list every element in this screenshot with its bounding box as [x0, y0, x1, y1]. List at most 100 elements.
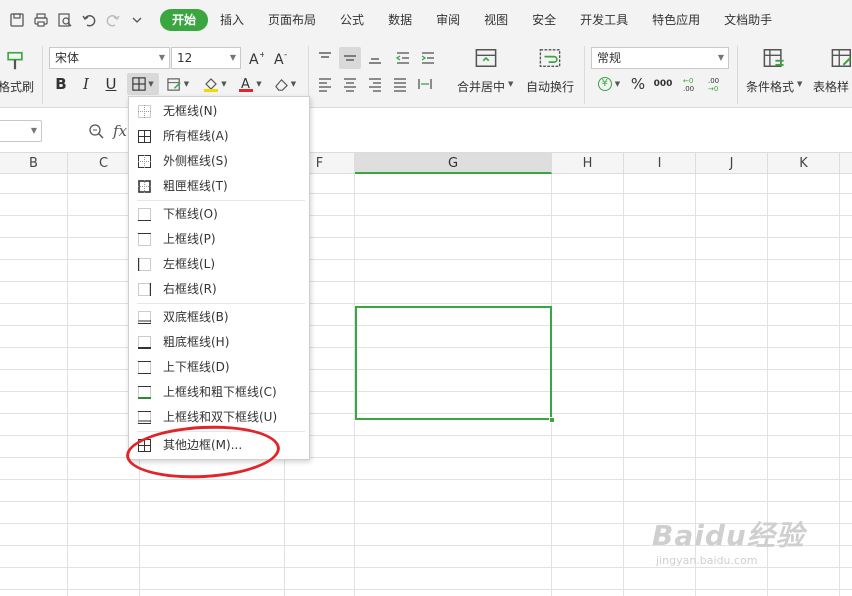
- tab-security[interactable]: 安全: [520, 9, 568, 31]
- undo-icon[interactable]: [80, 11, 98, 29]
- column-header-g[interactable]: G: [355, 153, 552, 174]
- decrease-decimal-icon[interactable]: .00 →0: [704, 73, 726, 95]
- tab-developer[interactable]: 开发工具: [568, 9, 640, 31]
- thousands-separator-button[interactable]: 000: [652, 73, 674, 95]
- percent-format-button[interactable]: %: [627, 73, 649, 95]
- fill-handle[interactable]: [549, 417, 555, 423]
- currency-icon: ¥: [597, 77, 612, 91]
- decrease-font-size-icon[interactable]: A-: [270, 47, 292, 69]
- align-right-icon[interactable]: [364, 73, 386, 95]
- align-top-icon[interactable]: [314, 47, 336, 69]
- font-name-select[interactable]: 宋体 ▼: [49, 47, 170, 69]
- menu-item-top-thick-bottom-border[interactable]: 上框线和粗下框线(C): [129, 380, 309, 405]
- top-thick-bottom-border-icon: [138, 386, 151, 399]
- tab-insert[interactable]: 插入: [208, 9, 256, 31]
- fill-color-button[interactable]: ▼: [199, 73, 231, 95]
- format-painter-icon[interactable]: [2, 48, 28, 74]
- merge-center-icon[interactable]: [472, 45, 500, 71]
- eraser-icon: [274, 78, 288, 91]
- bold-button[interactable]: B: [50, 73, 72, 95]
- font-color-icon: A: [239, 77, 254, 92]
- tab-view[interactable]: 视图: [472, 9, 520, 31]
- menu-item-bottom-double-border[interactable]: 双底框线(B): [129, 305, 309, 330]
- decrease-indent-icon[interactable]: [392, 47, 414, 69]
- chevron-down-icon: ▼: [614, 80, 621, 88]
- italic-button[interactable]: I: [75, 73, 97, 95]
- menu-item-top-border[interactable]: 上框线(P): [129, 227, 309, 252]
- increase-indent-icon[interactable]: [417, 47, 439, 69]
- font-size-select[interactable]: 12 ▼: [171, 47, 241, 69]
- divider: [737, 46, 738, 104]
- column-header-k[interactable]: K: [768, 153, 840, 174]
- tab-data[interactable]: 数据: [376, 9, 424, 31]
- tab-formulas[interactable]: 公式: [328, 9, 376, 31]
- tab-doc-assistant[interactable]: 文档助手: [712, 9, 784, 31]
- top-border-icon: [138, 233, 151, 246]
- grid-line-horizontal: [0, 479, 852, 480]
- column-header-j[interactable]: J: [696, 153, 768, 174]
- menu-item-bottom-border[interactable]: 下框线(O): [129, 202, 309, 227]
- font-size-value: 12: [177, 51, 193, 65]
- number-format-value: 常规: [597, 51, 622, 65]
- quick-access-toolbar: [0, 11, 146, 29]
- menu-item-top-bottom-border[interactable]: 上下框线(D): [129, 355, 309, 380]
- menu-item-right-border[interactable]: 右框线(R): [129, 277, 309, 302]
- tab-review[interactable]: 审阅: [424, 9, 472, 31]
- selected-range[interactable]: [355, 306, 552, 420]
- column-header-i[interactable]: I: [624, 153, 696, 174]
- distributed-align-icon[interactable]: [414, 73, 436, 95]
- align-bottom-icon[interactable]: [364, 47, 386, 69]
- print-preview-icon[interactable]: [56, 11, 74, 29]
- chevron-down-icon: ▼: [221, 80, 227, 88]
- svg-text:A: A: [274, 52, 284, 66]
- thick-bottom-border-icon: [138, 336, 151, 349]
- menu-item-label: 无框线(N): [163, 104, 218, 118]
- wrap-text-icon[interactable]: [536, 45, 564, 71]
- divider: [42, 46, 43, 104]
- increase-decimal-icon[interactable]: ←0.00: [679, 73, 701, 95]
- clear-format-button[interactable]: ▼: [270, 73, 300, 95]
- table-style-icon[interactable]: [828, 45, 852, 71]
- wrap-text-label[interactable]: 自动换行: [526, 78, 574, 95]
- chevron-down-icon[interactable]: ▼: [508, 80, 513, 88]
- justify-icon[interactable]: [389, 73, 411, 95]
- align-left-icon[interactable]: [314, 73, 336, 95]
- underline-button[interactable]: U: [100, 73, 122, 95]
- menu-item-all-borders[interactable]: 所有框线(A): [129, 124, 309, 149]
- chevron-down-icon[interactable]: ▼: [797, 80, 802, 88]
- menu-item-left-border[interactable]: 左框线(L): [129, 252, 309, 277]
- tab-page-layout[interactable]: 页面布局: [256, 9, 328, 31]
- menu-item-thick-bottom-border[interactable]: 粗底框线(H): [129, 330, 309, 355]
- border-dropdown-button[interactable]: ▼: [127, 73, 159, 95]
- divider: [584, 46, 585, 104]
- merge-center-label[interactable]: 合并居中: [457, 78, 505, 95]
- cell-style-button[interactable]: ▼: [163, 73, 193, 95]
- font-color-button[interactable]: A ▼: [235, 73, 265, 95]
- print-icon[interactable]: [32, 11, 50, 29]
- menu-item-label: 所有框线(A): [163, 129, 229, 143]
- menu-item-label: 粗匣框线(T): [163, 179, 228, 193]
- redo-icon[interactable]: [104, 11, 122, 29]
- align-middle-icon[interactable]: [339, 47, 361, 69]
- number-format-select[interactable]: 常规 ▼: [591, 47, 729, 69]
- increase-font-size-icon[interactable]: A +: [245, 47, 267, 69]
- customize-toolbar-icon[interactable]: [128, 11, 146, 29]
- column-header-h[interactable]: H: [552, 153, 624, 174]
- insert-function-button[interactable]: fx: [113, 122, 127, 140]
- column-header-b[interactable]: B: [0, 153, 68, 174]
- tab-home[interactable]: 开始: [160, 9, 209, 31]
- align-center-icon[interactable]: [339, 73, 361, 95]
- font-name-value: 宋体: [55, 51, 80, 65]
- conditional-format-label[interactable]: 条件格式: [746, 78, 794, 95]
- save-icon[interactable]: [8, 11, 26, 29]
- currency-format-button[interactable]: ¥ ▼: [594, 73, 624, 95]
- name-box[interactable]: ▼: [0, 120, 42, 142]
- tab-special-features[interactable]: 特色应用: [640, 9, 712, 31]
- menu-item-outside-borders[interactable]: 外侧框线(S): [129, 149, 309, 174]
- format-painter-label[interactable]: 格式刷: [0, 78, 34, 95]
- conditional-format-icon[interactable]: [760, 45, 788, 71]
- zoom-formula-icon[interactable]: [88, 123, 104, 139]
- table-style-label[interactable]: 表格样: [813, 78, 849, 95]
- menu-item-thick-box-border[interactable]: 粗匣框线(T): [129, 174, 309, 199]
- menu-item-no-border[interactable]: 无框线(N): [129, 99, 309, 124]
